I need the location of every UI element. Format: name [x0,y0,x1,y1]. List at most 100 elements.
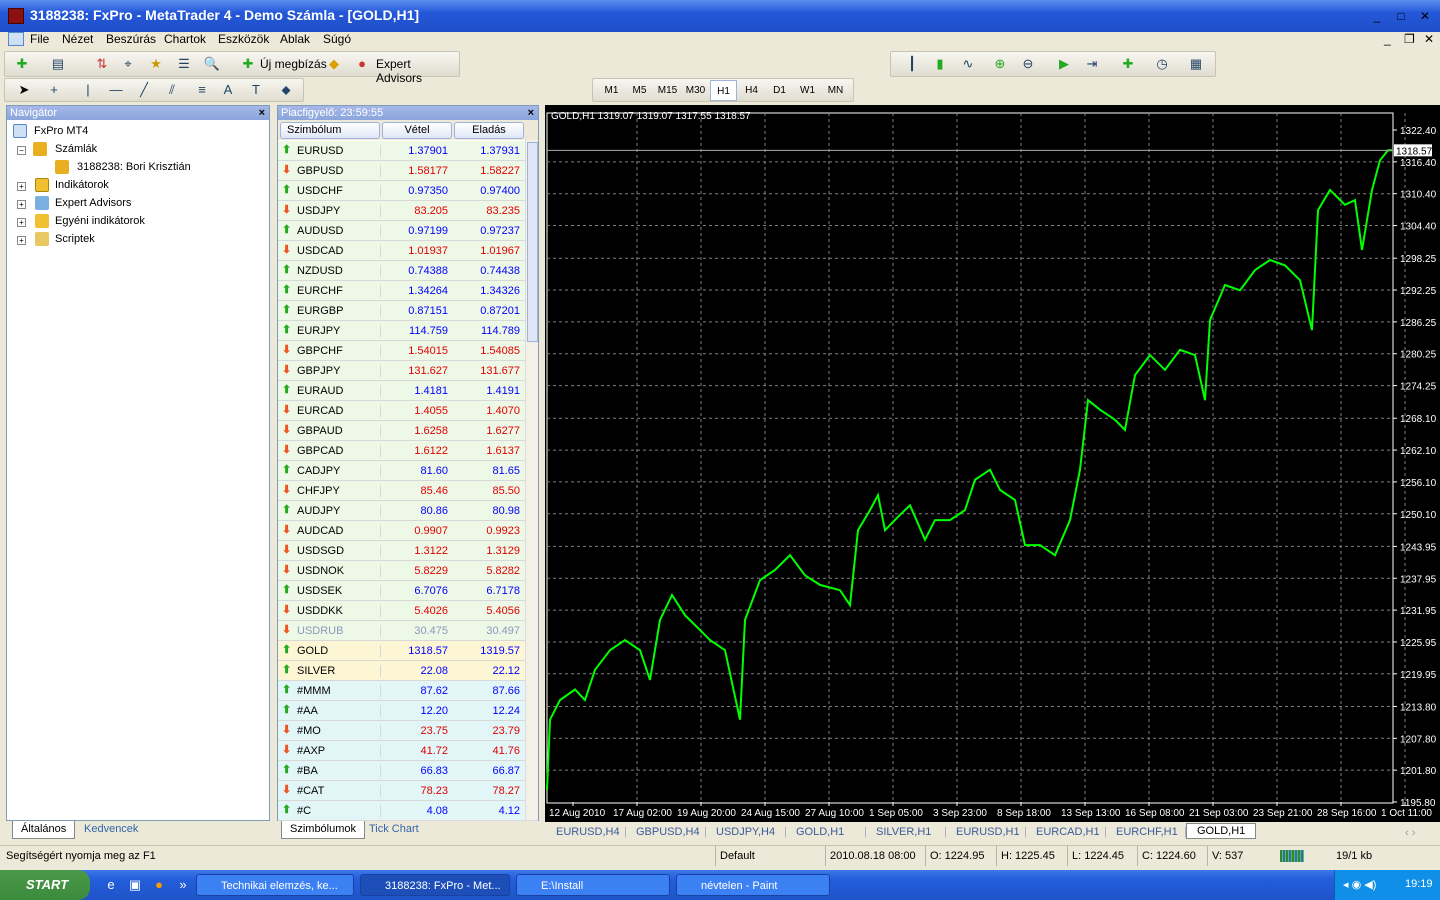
cursor-icon[interactable]: ➤ [15,81,33,99]
expand-icon[interactable]: + [17,218,26,227]
market-row[interactable]: ⬇ USDJPY 83.205 83.235 [278,201,538,221]
market-row[interactable]: ⬇ USDRUB 30.475 30.497 [278,621,538,641]
text-icon[interactable]: A [219,81,237,99]
menu-view[interactable]: Nézet [62,32,93,46]
menu-window[interactable]: Ablak [280,32,310,46]
timeframe-w1[interactable]: W1 [794,80,821,101]
timeframe-h4[interactable]: H4 [738,80,765,101]
navigator-close-icon[interactable]: × [259,106,265,120]
market-row[interactable]: ⬆ #MMM 87.62 87.66 [278,681,538,701]
terminal-icon[interactable]: ☰ [175,55,193,73]
start-button[interactable]: START [0,870,90,900]
market-row[interactable]: ⬆ EURGBP 0.87151 0.87201 [278,301,538,321]
line-chart-icon[interactable]: ∿ [959,55,977,73]
price-chart[interactable]: 1322.401316.401310.401304.401298.251292.… [545,105,1440,823]
bar-chart-icon[interactable]: ┃ [903,55,921,73]
market-row[interactable]: ⬆ SILVER 22.08 22.12 [278,661,538,681]
minimize-icon[interactable]: _ [1368,8,1386,24]
timeframe-m5[interactable]: M5 [626,80,653,101]
strategy-tester-icon[interactable]: 🔍 [203,55,221,73]
vertical-line-icon[interactable]: | [79,81,97,99]
menu-file[interactable]: File [30,32,49,46]
navigator-icon[interactable]: ★ [147,55,165,73]
mdi-restore-icon[interactable]: ❐ [1404,32,1415,46]
tab-scroll-icon[interactable]: ‹ › [1405,827,1415,839]
expand-icon[interactable]: + [17,182,26,191]
timeframe-d1[interactable]: D1 [766,80,793,101]
save-icon[interactable]: ▣ [126,876,144,894]
chart-tab[interactable]: EURUSD,H4 [556,826,620,838]
new-order-icon[interactable]: ✚ [239,55,257,73]
market-row[interactable]: ⬆ USDSEK 6.7076 6.7178 [278,581,538,601]
firefox-icon[interactable]: ● [150,876,168,894]
zoom-in-icon[interactable]: ⊕ [991,55,1009,73]
collapse-icon[interactable]: − [17,146,26,155]
timeframe-m30[interactable]: M30 [682,80,709,101]
market-row[interactable]: ⬆ NZDUSD 0.74388 0.74438 [278,261,538,281]
expand-icon[interactable]: + [17,200,26,209]
menu-help[interactable]: Súgó [323,32,351,46]
market-row[interactable]: ⬇ GBPUSD 1.58177 1.58227 [278,161,538,181]
maximize-icon[interactable]: □ [1392,8,1410,24]
market-watch-icon[interactable]: ⇅ [93,55,111,73]
mdi-close-icon[interactable]: ✕ [1424,32,1434,46]
indicators-icon[interactable]: ✚ [1119,55,1137,73]
task-paint[interactable]: névtelen - Paint [676,874,830,896]
nav-scripts[interactable]: Scriptek [55,233,95,245]
nav-accounts[interactable]: Számlák [55,143,97,155]
market-row[interactable]: ⬇ USDCAD 1.01937 1.01967 [278,241,538,261]
chart-tab[interactable]: EURUSD,H1 [956,826,1020,838]
market-row[interactable]: ⬇ GBPJPY 131.627 131.677 [278,361,538,381]
new-order-button[interactable]: Új megbízás [260,57,327,71]
nav-root[interactable]: FxPro MT4 [34,125,88,137]
tab-general[interactable]: Általános [12,821,76,839]
alert-icon[interactable]: ◆ [325,55,343,73]
market-row[interactable]: ⬇ USDDKK 5.4026 5.4056 [278,601,538,621]
expert-advisors-icon[interactable]: ● [353,55,371,73]
channel-icon[interactable]: ⫽ [163,81,181,99]
chart-tab[interactable]: SILVER,H1 [876,826,931,838]
market-row[interactable]: ⬆ GOLD 1318.57 1319.57 [278,641,538,661]
nav-indicators[interactable]: Indikátorok [55,179,109,191]
chart-shift-icon[interactable]: ⇥ [1083,55,1101,73]
market-row[interactable]: ⬆ EURCHF 1.34264 1.34326 [278,281,538,301]
text-label-icon[interactable]: T [247,81,265,99]
market-row[interactable]: ⬆ AUDJPY 80.86 80.98 [278,501,538,521]
chart-tab[interactable]: EURCHF,H1 [1116,826,1178,838]
nav-custom-indicators[interactable]: Egyéni indikátorok [55,215,145,227]
market-watch-close-icon[interactable]: × [528,106,534,120]
market-row[interactable]: ⬆ AUDUSD 0.97199 0.97237 [278,221,538,241]
fibonacci-icon[interactable]: ≡ [193,81,211,99]
nav-expert-advisors[interactable]: Expert Advisors [55,197,131,209]
market-row[interactable]: ⬆ #BA 66.83 66.87 [278,761,538,781]
timeframe-mn[interactable]: MN [822,80,849,101]
market-row[interactable]: ⬇ EURCAD 1.4055 1.4070 [278,401,538,421]
periods-icon[interactable]: ◷ [1153,55,1171,73]
market-row[interactable]: ⬇ #CAT 78.23 78.27 [278,781,538,801]
tab-symbols[interactable]: Szimbólumok [281,821,366,839]
zoom-out-icon[interactable]: ⊖ [1019,55,1037,73]
crosshair-icon[interactable]: + [45,81,63,99]
menu-charts[interactable]: Chartok [164,32,206,46]
market-row[interactable]: ⬇ #MO 23.75 23.79 [278,721,538,741]
market-row[interactable]: ⬇ AUDCAD 0.9907 0.9923 [278,521,538,541]
market-row[interactable]: ⬇ USDSGD 1.3122 1.3129 [278,541,538,561]
timeframe-m1[interactable]: M1 [598,80,625,101]
market-row[interactable]: ⬇ GBPCHF 1.54015 1.54085 [278,341,538,361]
market-row[interactable]: ⬆ #AA 12.20 12.24 [278,701,538,721]
chart-window[interactable]: 1322.40 1316.40 1310.40 1304.40 1298.25 1292.… [545,105,1440,823]
market-row[interactable]: ⬆ EURUSD 1.37901 1.37931 [278,141,538,161]
profiles-icon[interactable]: ▤ [49,55,67,73]
chart-tab[interactable]: GBPUSD,H4 [636,826,700,838]
task-explorer[interactable]: E:\Install [516,874,670,896]
market-row[interactable]: ⬆ CADJPY 81.60 81.65 [278,461,538,481]
auto-scroll-icon[interactable]: ▶ [1055,55,1073,73]
mdi-minimize-icon[interactable]: _ [1384,32,1391,46]
nav-account[interactable]: 3188238: Bori Krisztián [77,161,191,173]
expert-advisors-button[interactable]: Expert Advisors [376,57,459,85]
column-symbol[interactable]: Szimbólum [280,122,380,139]
market-row[interactable]: ⬆ USDCHF 0.97350 0.97400 [278,181,538,201]
chart-tab[interactable]: GOLD,H1 [796,826,844,838]
market-row[interactable]: ⬇ GBPCAD 1.6122 1.6137 [278,441,538,461]
tray-volume-icon[interactable]: ◂ ◉ ◀) [1343,878,1376,891]
